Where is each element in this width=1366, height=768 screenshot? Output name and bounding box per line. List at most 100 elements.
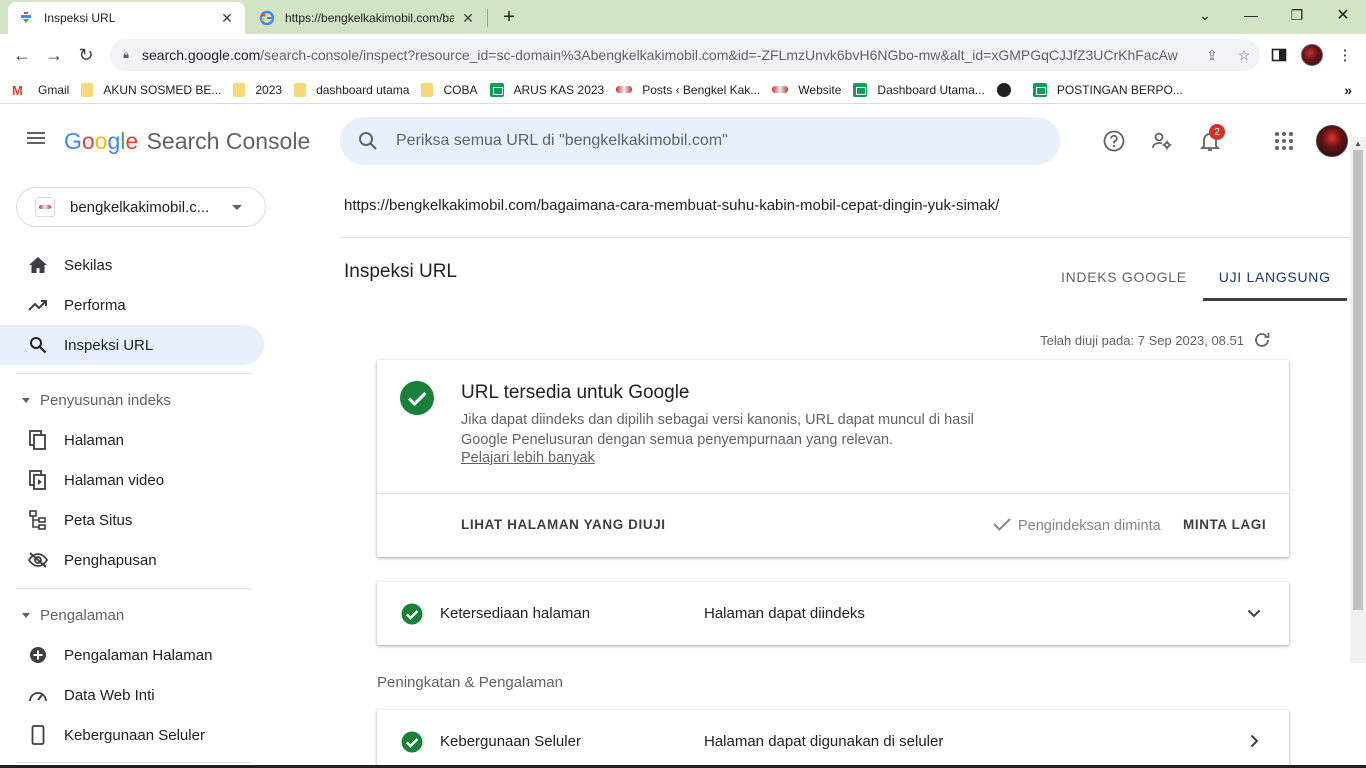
sheets-icon <box>489 82 504 97</box>
mobile-usability-row[interactable]: Kebergunaan Seluler Halaman dapat diguna… <box>377 710 1289 768</box>
check-circle-icon <box>399 380 435 421</box>
main-content: https://bengkelkakimobil.com/bagaimana-c… <box>340 177 1366 768</box>
sidebar-item-halaman-video[interactable]: Halaman video <box>0 460 264 500</box>
bookmark-label: COBA <box>443 82 478 97</box>
chevron-right-icon[interactable] <box>1245 732 1263 750</box>
page-availability-row[interactable]: Ketersediaan halaman Halaman dapat diind… <box>377 582 1289 645</box>
sidebar-item-label: Data Web Inti <box>64 686 155 704</box>
collapse-arrow-icon <box>22 397 30 403</box>
scroll-up-arrow-icon[interactable]: ▲ <box>1352 137 1364 149</box>
sidebar-item-halaman[interactable]: Halaman <box>0 420 264 460</box>
bookmark-star-icon[interactable]: ☆ <box>1228 47 1260 64</box>
sidebar-section-experience[interactable]: Pengalaman <box>0 600 264 630</box>
scrollbar-thumb[interactable] <box>1353 150 1363 610</box>
view-tested-page-button[interactable]: LIHAT HALAMAN YANG DIUJI <box>461 517 666 532</box>
folder-icon <box>81 82 94 97</box>
apps-grid-icon[interactable] <box>1272 129 1296 153</box>
address-url[interactable]: search.google.com/search-console/inspect… <box>142 47 1196 63</box>
tested-at: Telah diuji pada: 7 Sep 2023, 08.51 <box>1040 330 1272 350</box>
sheets-icon <box>853 82 868 97</box>
bookmark-item[interactable]: AKUN SOSMED BE... <box>81 82 222 97</box>
account-avatar[interactable] <box>1316 125 1348 157</box>
sheets-icon <box>1032 82 1047 97</box>
browser-tab-active[interactable]: Inspeksi URL ✕ <box>8 2 245 34</box>
browser-toolbar: ← → ↻ 🔒︎ search.google.com/search-consol… <box>0 34 1366 76</box>
share-icon[interactable]: ⇪ <box>1196 47 1228 64</box>
sidebar-item-performa[interactable]: Performa <box>0 285 264 325</box>
property-name: bengkelkakimobil.c... <box>70 198 210 216</box>
search-input[interactable] <box>396 132 1060 150</box>
sidebar-item-label: Halaman video <box>64 471 165 489</box>
sidebar-item-data-web-inti[interactable]: Data Web Inti <box>0 675 264 715</box>
nav-divider <box>16 373 252 374</box>
sidebar-section-index[interactable]: Penyusunan indeks <box>0 385 264 415</box>
section-heading-enhancements: Peningkatan & Pengalaman <box>377 674 563 691</box>
add-circle-icon <box>26 643 50 667</box>
help-icon[interactable] <box>1102 129 1126 153</box>
browser-tab-strip: Inspeksi URL ✕ https://bengkelkakimobil.… <box>0 0 1366 34</box>
sidebar-item-peta-situs[interactable]: Peta Situs <box>0 500 264 540</box>
sidebar-item-kebergunaan-seluler[interactable]: Kebergunaan Seluler <box>0 715 264 755</box>
page-title: Inspeksi URL <box>344 261 457 282</box>
profile-avatar[interactable] <box>1301 44 1323 66</box>
bookmark-item[interactable]: COBA <box>421 82 478 97</box>
status-description: Jika dapat diindeks dan dipilih sebagai … <box>461 412 974 448</box>
browser-tab-inactive[interactable]: https://bengkelkakimobil.com/ba ✕ <box>249 2 486 34</box>
smartphone-icon <box>26 723 50 747</box>
request-again-button[interactable]: MINTA LAGI <box>1183 517 1266 532</box>
bookmark-item[interactable]: 2023 <box>233 82 283 97</box>
side-panel-icon[interactable] <box>1268 44 1290 66</box>
main-menu-icon[interactable] <box>24 129 48 153</box>
back-icon[interactable]: ← <box>9 42 35 68</box>
row-value: Halaman dapat diindeks <box>704 605 865 622</box>
bookmark-item[interactable]: POSTINGAN BERPO... <box>1032 82 1183 97</box>
site-icon <box>772 86 789 93</box>
minimize-icon[interactable]: — <box>1228 0 1274 30</box>
close-tab-icon[interactable]: ✕ <box>219 10 235 26</box>
close-window-icon[interactable]: ✕ <box>1320 0 1366 30</box>
bookmark-label: AKUN SOSMED BE... <box>103 82 222 97</box>
search-console-logo[interactable]: Google Search Console <box>64 128 310 155</box>
forward-icon[interactable]: → <box>41 42 67 68</box>
bookmark-item[interactable]: Website <box>772 83 841 97</box>
refresh-icon[interactable] <box>1252 330 1272 350</box>
manage-users-icon[interactable] <box>1150 129 1174 153</box>
bookmark-item[interactable] <box>996 82 1021 97</box>
sidebar-item-penghapusan[interactable]: Penghapusan <box>0 540 264 580</box>
tab-separator <box>487 9 488 27</box>
address-bar[interactable]: 🔒︎ search.google.com/search-console/insp… <box>110 39 1260 71</box>
tab-search-chevron-icon[interactable]: ⌄ <box>1182 0 1228 30</box>
sidebar-item-pengalaman-halaman[interactable]: Pengalaman Halaman <box>0 635 264 675</box>
chevron-down-icon[interactable] <box>1245 604 1263 622</box>
sidebar-item-inspeksi-url[interactable]: Inspeksi URL <box>0 325 264 365</box>
collapse-arrow-icon <box>22 612 30 618</box>
bookmark-item[interactable]: Dashboard Utama... <box>853 82 985 97</box>
globe-icon <box>996 82 1011 97</box>
menu-kebab-icon[interactable]: ⋮ <box>1334 44 1356 66</box>
close-tab-icon[interactable]: ✕ <box>460 10 476 26</box>
sidebar-item-label: Kebergunaan Seluler <box>64 726 205 744</box>
tab-uji-langsung[interactable]: UJI LANGSUNG <box>1202 253 1347 301</box>
nav-divider <box>16 762 252 763</box>
bookmarks-overflow-button[interactable]: » <box>1344 82 1352 98</box>
property-selector[interactable]: bengkelkakimobil.c... <box>16 187 266 227</box>
bookmark-item[interactable]: Posts ‹ Bengkel Kak... <box>616 83 760 97</box>
url-inspection-search[interactable] <box>340 117 1060 165</box>
bookmark-label: ARUS KAS 2023 <box>513 82 605 97</box>
notification-count-badge: 2 <box>1209 124 1225 140</box>
bookmark-item[interactable]: dashboard utama <box>294 82 409 97</box>
bookmark-label: Gmail <box>38 82 70 97</box>
sidebar-item-sekilas[interactable]: Sekilas <box>0 245 264 285</box>
dropdown-caret-icon <box>232 204 242 210</box>
bookmark-label: 2023 <box>255 82 283 97</box>
lock-icon[interactable]: 🔒︎ <box>110 49 142 62</box>
indexing-requested-status: Pengindeksan diminta <box>992 516 1161 536</box>
bookmark-item[interactable]: ARUS KAS 2023 <box>489 82 605 97</box>
restore-icon[interactable]: ❐ <box>1274 0 1320 30</box>
learn-more-link[interactable]: Pelajari lebih banyak <box>461 450 595 466</box>
tab-indeks-google[interactable]: INDEKS GOOGLE <box>1045 253 1203 301</box>
new-tab-button[interactable]: + <box>498 6 520 28</box>
bookmark-item[interactable]: M Gmail <box>12 82 70 98</box>
google-favicon-icon <box>259 10 275 26</box>
reload-icon[interactable]: ↻ <box>73 42 99 68</box>
